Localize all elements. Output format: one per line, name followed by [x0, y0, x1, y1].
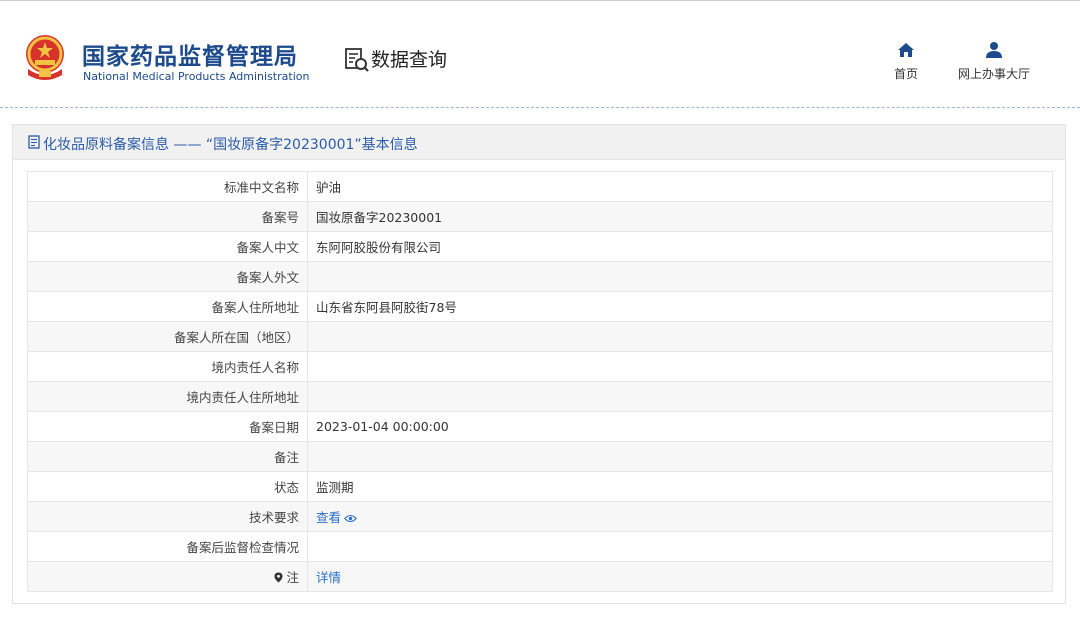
table-row: 备案人外文: [27, 261, 1053, 292]
nav-online-hall-label: 网上办事大厅: [957, 67, 1030, 81]
row-label: 标准中文名称: [27, 171, 308, 202]
row-label: 备案人外文: [27, 261, 308, 292]
table-row: 备案人住所地址 山东省东阿县阿胶街78号: [27, 291, 1053, 322]
row-label: 境内责任人住所地址: [27, 381, 308, 412]
row-value: [307, 261, 1053, 292]
row-label: 备案人住所地址: [27, 291, 308, 322]
row-label: 状态: [27, 471, 308, 502]
nav-home-label: 首页: [893, 67, 918, 81]
site-header: 国家药品监督管理局 National Medical Products Admi…: [0, 0, 1080, 108]
document-search-icon: [345, 48, 369, 72]
row-label: 备案后监督检查情况: [27, 531, 308, 562]
brand-title-cn[interactable]: 国家药品监督管理局: [82, 37, 298, 71]
row-value: 2023-01-04 00:00:00: [307, 411, 1053, 442]
info-table: 标准中文名称 驴油 备案号 国妆原备字20230001 备案人中文 东阿阿胶股份…: [27, 171, 1053, 592]
user-icon: [986, 42, 1002, 58]
details-link[interactable]: 详情: [316, 570, 341, 585]
row-label: 备案日期: [27, 411, 308, 442]
table-row: 状态 监测期: [27, 471, 1053, 502]
table-row: 备案日期 2023-01-04 00:00:00: [27, 411, 1053, 442]
view-tech-requirements-link[interactable]: 查看: [316, 510, 341, 525]
row-label: 备案人所在国（地区）: [27, 321, 308, 352]
table-row: 境内责任人名称: [27, 351, 1053, 382]
eye-icon[interactable]: [344, 514, 357, 523]
table-row: 注 详情: [27, 561, 1053, 592]
row-label: 备注: [27, 441, 308, 472]
row-value-cell: 查看: [307, 501, 1053, 532]
table-row: 境内责任人住所地址: [27, 381, 1053, 412]
row-value: 东阿阿胶股份有限公司: [307, 231, 1053, 262]
row-value: [307, 531, 1053, 562]
table-row: 标准中文名称 驴油: [27, 171, 1053, 202]
row-value: [307, 381, 1053, 412]
info-panel: 化妆品原料备案信息 —— “国妆原备字20230001”基本信息 标准中文名称 …: [12, 124, 1066, 604]
row-value: 驴油: [307, 171, 1053, 202]
nav-online-hall-link[interactable]: 网上办事大厅: [950, 41, 1038, 82]
home-icon: [898, 43, 914, 57]
national-emblem-icon: [26, 35, 64, 80]
panel-title: 化妆品原料备案信息 —— “国妆原备字20230001”基本信息: [43, 137, 418, 153]
document-icon: [28, 135, 40, 149]
row-label-cell: 注: [27, 561, 308, 592]
row-value-cell: 详情: [307, 561, 1053, 592]
page: 国家药品监督管理局 National Medical Products Admi…: [0, 0, 1080, 631]
table-row: 技术要求 查看: [27, 501, 1053, 532]
row-label: 备案号: [27, 201, 308, 232]
note-label: 注: [286, 570, 299, 585]
table-row: 备注: [27, 441, 1053, 472]
table-row: 备案号 国妆原备字20230001: [27, 201, 1053, 232]
table-row: 备案后监督检查情况: [27, 531, 1053, 562]
row-label: 技术要求: [27, 501, 308, 532]
data-query-title: 数据查询: [371, 49, 448, 71]
nav-home-link[interactable]: 首页: [886, 41, 926, 82]
row-value: [307, 351, 1053, 382]
row-value: 监测期: [307, 471, 1053, 502]
table-row: 备案人中文 东阿阿胶股份有限公司: [27, 231, 1053, 262]
map-pin-icon: [274, 572, 283, 583]
row-label: 备案人中文: [27, 231, 308, 262]
row-value: 国妆原备字20230001: [307, 201, 1053, 232]
panel-header: 化妆品原料备案信息 —— “国妆原备字20230001”基本信息: [13, 125, 1065, 160]
row-value: 山东省东阿县阿胶街78号: [307, 291, 1053, 322]
brand-title-en[interactable]: National Medical Products Administration: [83, 70, 309, 83]
row-label: 境内责任人名称: [27, 351, 308, 382]
header-divider: [0, 106, 1080, 108]
row-value: [307, 441, 1053, 472]
table-row: 备案人所在国（地区）: [27, 321, 1053, 352]
row-value: [307, 321, 1053, 352]
